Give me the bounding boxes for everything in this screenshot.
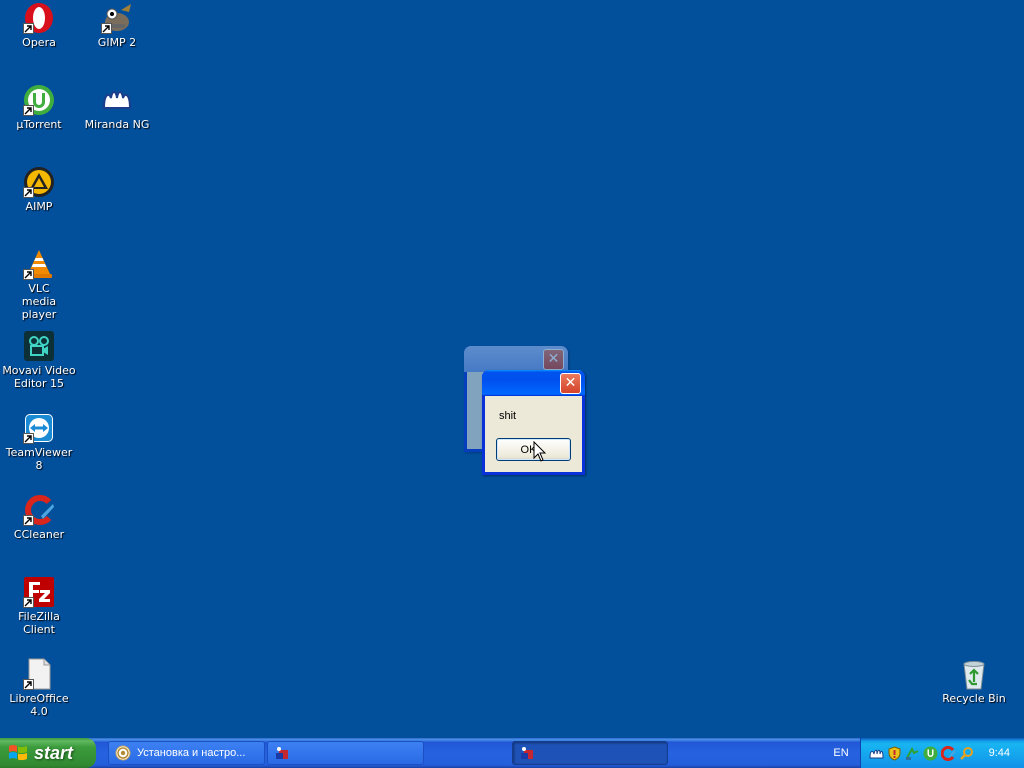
desktop-icon-gimp[interactable]: GIMP 2 bbox=[78, 2, 156, 49]
desktop-icon-filezilla[interactable]: FileZilla Client bbox=[0, 576, 78, 636]
desktop-icon-recycle-bin[interactable]: Recycle Bin bbox=[935, 658, 1013, 705]
desktop-icon-miranda[interactable]: Miranda NG bbox=[78, 84, 156, 131]
taskbar-button-label: Установка и настро... bbox=[137, 747, 246, 759]
desktop-icon-label: AIMP bbox=[25, 200, 53, 213]
desktop-icon-teamviewer[interactable]: TeamViewer 8 bbox=[0, 412, 78, 472]
close-icon[interactable]: ✕ bbox=[543, 349, 564, 370]
desktop-icon-vlc[interactable]: VLC media player bbox=[0, 248, 78, 321]
message-text: shit bbox=[499, 410, 517, 422]
miranda-tray-icon[interactable] bbox=[869, 746, 884, 761]
background-dialog-titlebar[interactable]: ✕ bbox=[464, 346, 568, 372]
desktop-icon-label: TeamViewer 8 bbox=[5, 446, 73, 472]
desktop-icon-label: FileZilla Client bbox=[18, 610, 60, 636]
search-tray-icon[interactable] bbox=[959, 746, 974, 761]
recycle-bin-icon bbox=[958, 658, 990, 690]
ccleaner-tray-icon[interactable] bbox=[941, 745, 956, 761]
start-button[interactable]: start bbox=[0, 738, 96, 768]
libreoffice-icon bbox=[23, 658, 55, 690]
aimp-icon bbox=[23, 166, 55, 198]
shortcut-arrow-icon bbox=[23, 433, 34, 444]
ccleaner-icon bbox=[23, 494, 55, 526]
taskbar: start Установка и настро... EN 9:44 bbox=[0, 738, 1024, 768]
shortcut-arrow-icon bbox=[101, 23, 112, 34]
desktop-icon-ccleaner[interactable]: CCleaner bbox=[0, 494, 78, 541]
taskbar-button-browser[interactable]: Установка и настро... bbox=[108, 741, 265, 765]
shortcut-arrow-icon bbox=[23, 187, 34, 198]
shortcut-arrow-icon bbox=[23, 269, 34, 280]
system-tray: 9:44 bbox=[860, 738, 1024, 768]
desktop: Opera GIMP 2 µTorrent Miranda NG AIMP VL… bbox=[0, 0, 1024, 738]
desktop-icon-label: VLC media player bbox=[21, 282, 57, 321]
movavi-icon bbox=[23, 330, 55, 362]
desktop-icon-label: CCleaner bbox=[13, 528, 65, 541]
desktop-icon-label: LibreOffice 4.0 bbox=[9, 692, 69, 718]
mouse-cursor-icon bbox=[533, 441, 547, 462]
desktop-icon-movavi[interactable]: Movavi Video Editor 15 bbox=[0, 330, 78, 390]
desktop-icon-utorrent[interactable]: µTorrent bbox=[0, 84, 78, 131]
taskbar-button-app-active[interactable] bbox=[512, 741, 668, 765]
vlc-icon bbox=[23, 248, 55, 280]
app-icon bbox=[521, 747, 533, 759]
desktop-icon-label: Recycle Bin bbox=[942, 692, 1006, 705]
chrome-icon bbox=[115, 745, 131, 761]
opera-icon bbox=[23, 2, 55, 34]
shortcut-arrow-icon bbox=[23, 679, 34, 690]
network-tray-icon[interactable] bbox=[905, 746, 920, 761]
close-icon[interactable]: ✕ bbox=[560, 373, 581, 394]
app-icon bbox=[276, 747, 288, 759]
message-box-titlebar[interactable]: ✕ bbox=[482, 370, 585, 396]
shortcut-arrow-icon bbox=[23, 105, 34, 116]
language-indicator[interactable]: EN bbox=[826, 738, 856, 768]
desktop-icon-aimp[interactable]: AIMP bbox=[0, 166, 78, 213]
shortcut-arrow-icon bbox=[23, 23, 34, 34]
desktop-icon-libreoffice[interactable]: LibreOffice 4.0 bbox=[0, 658, 78, 718]
desktop-icon-label: Miranda NG bbox=[84, 118, 150, 131]
shield-tray-icon[interactable] bbox=[887, 745, 902, 761]
start-label: start bbox=[34, 742, 74, 763]
filezilla-icon bbox=[23, 576, 55, 608]
miranda-icon bbox=[101, 84, 133, 116]
gimp-icon bbox=[101, 2, 133, 34]
desktop-icon-opera[interactable]: Opera bbox=[0, 2, 78, 49]
utorrent-icon bbox=[23, 84, 55, 116]
clock[interactable]: 9:44 bbox=[989, 738, 1010, 768]
taskbar-button-app[interactable] bbox=[267, 741, 424, 765]
shortcut-arrow-icon bbox=[23, 515, 34, 526]
windows-logo-icon bbox=[9, 745, 27, 761]
desktop-icon-label: GIMP 2 bbox=[97, 36, 137, 49]
desktop-icon-label: Movavi Video Editor 15 bbox=[2, 364, 76, 390]
desktop-icon-label: µTorrent bbox=[16, 118, 62, 131]
shortcut-arrow-icon bbox=[23, 597, 34, 608]
teamviewer-icon bbox=[23, 412, 55, 444]
utorrent-tray-icon[interactable] bbox=[923, 746, 938, 761]
desktop-icon-label: Opera bbox=[22, 36, 56, 49]
